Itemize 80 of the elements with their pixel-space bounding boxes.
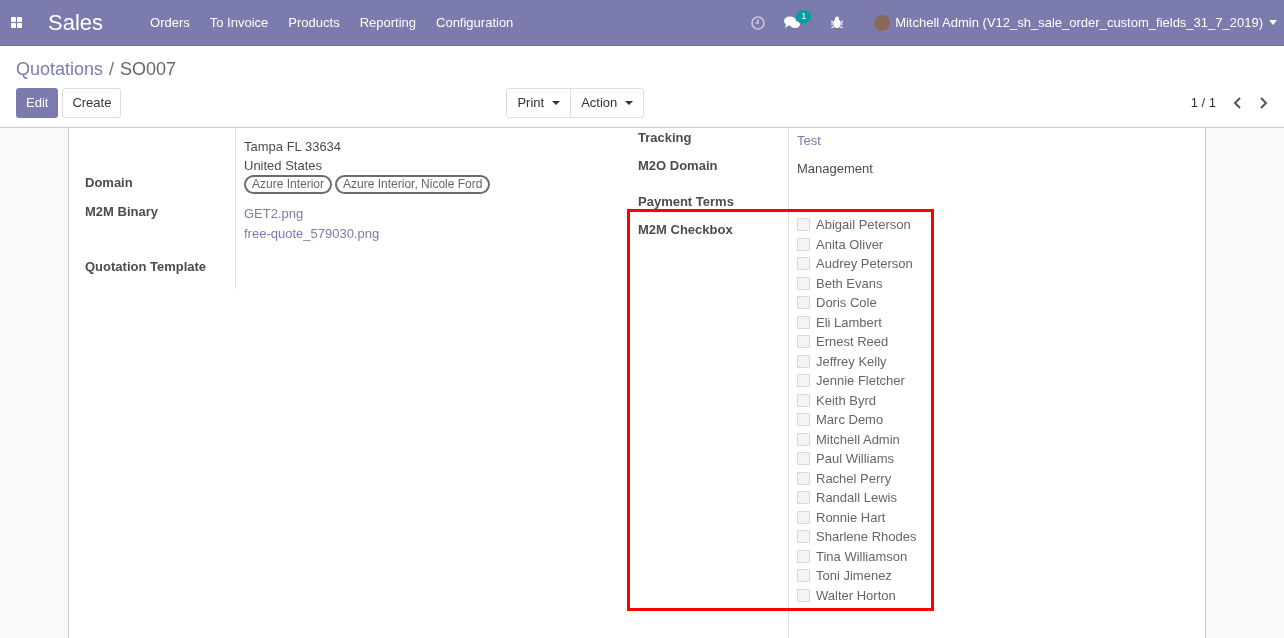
checkbox[interactable] <box>797 432 810 446</box>
checkbox[interactable] <box>797 354 810 368</box>
field-label: Payment Terms <box>638 194 734 209</box>
field-value: Management <box>797 160 873 178</box>
checkbox[interactable] <box>797 315 810 329</box>
checkbox-label: Ronnie Hart <box>816 508 886 527</box>
menu-item[interactable]: Orders <box>150 12 190 33</box>
bug-icon[interactable] <box>831 16 844 29</box>
apps-grid-icon[interactable] <box>11 17 22 28</box>
file-link[interactable]: Test <box>797 131 821 151</box>
menu-item[interactable]: Products <box>288 12 340 33</box>
breadcrumb-link[interactable]: Quotations <box>16 58 104 80</box>
menu-item[interactable]: To Invoice <box>209 12 269 33</box>
checkbox[interactable] <box>797 257 810 271</box>
checkbox-label: Marc Demo <box>816 411 884 429</box>
checkbox-label: Keith Byrd <box>816 391 876 410</box>
checkbox-label: Audrey Peterson <box>816 255 913 273</box>
user-menu[interactable]: Mitchell Admin (V12_sh_sale_order_custom_fields_31_7_2019) <box>895 12 1263 33</box>
chat-bubbles-icon[interactable] <box>784 15 802 30</box>
checkbox[interactable] <box>797 237 810 251</box>
field-value: Tampa FL 33634 <box>244 138 342 156</box>
checkbox-label: Paul Williams <box>816 450 894 468</box>
checkbox[interactable] <box>797 374 810 388</box>
checkbox[interactable] <box>797 335 810 349</box>
checkbox[interactable] <box>797 276 810 290</box>
edit-button[interactable]: Edit <box>16 88 59 118</box>
checkbox[interactable] <box>797 296 810 310</box>
checkbox-label: Sharlene Rhodes <box>816 528 917 546</box>
checkbox-label: Randall Lewis <box>816 489 897 507</box>
pager-value: 1 / 1 <box>1190 94 1216 113</box>
checkbox[interactable] <box>797 471 810 485</box>
menu-item[interactable]: Reporting <box>359 12 416 33</box>
caret-icon[interactable] <box>1269 20 1277 25</box>
checkbox[interactable] <box>797 491 810 505</box>
message-count-badge: 1 <box>796 9 812 23</box>
field-label: Tracking <box>638 130 692 145</box>
checkbox[interactable] <box>797 588 810 602</box>
checkbox-label: Walter Horton <box>816 586 896 605</box>
checkbox[interactable] <box>797 549 810 563</box>
action-dropdown[interactable]: Action <box>571 89 644 117</box>
file-link[interactable]: free-quote_579030.png <box>244 224 380 244</box>
field-value: United States <box>244 157 323 175</box>
breadcrumb-separator: / <box>109 58 115 80</box>
app-title[interactable]: Sales <box>48 6 104 39</box>
breadcrumb-current: SO007 <box>120 58 177 80</box>
field-label: Quotation Template <box>85 259 207 275</box>
field-label: Domain <box>85 175 133 191</box>
menu-item[interactable]: Configuration <box>436 12 514 33</box>
checkbox-label: Tina Williamson <box>816 547 908 566</box>
tag: Azure Interior <box>244 175 333 194</box>
checkbox-label: Jennie Fletcher <box>816 372 905 390</box>
checkbox-label: Jeffrey Kelly <box>816 352 887 371</box>
caret-icon <box>625 101 634 105</box>
checkbox[interactable] <box>797 510 810 524</box>
field-label: M2M Checkbox <box>638 222 733 237</box>
field-label: M2M Binary <box>85 204 158 220</box>
checkbox[interactable] <box>797 413 810 427</box>
checkbox-label: Rachel Perry <box>816 469 892 488</box>
print-dropdown[interactable]: Print <box>507 89 572 117</box>
checkbox[interactable] <box>797 393 810 407</box>
field-label: M2O Domain <box>638 158 718 173</box>
checkbox[interactable] <box>797 452 810 466</box>
checkbox-label: Mitchell Admin <box>816 430 900 449</box>
checkbox-label: Eli Lambert <box>816 313 882 332</box>
checkbox[interactable] <box>797 530 810 544</box>
tag: Azure Interior, Nicole Ford <box>335 175 491 194</box>
caret-icon <box>552 101 561 105</box>
checkbox-label: Beth Evans <box>816 274 883 293</box>
checkbox-label: Abigail Peterson <box>816 216 911 234</box>
checkbox[interactable] <box>797 569 810 583</box>
checkbox-label: Doris Cole <box>816 294 877 312</box>
file-link[interactable]: GET2.png <box>244 204 304 224</box>
checkbox-label: Anita Oliver <box>816 235 884 254</box>
checkbox[interactable] <box>797 218 810 232</box>
chevron-right-icon[interactable] <box>1260 97 1268 109</box>
clock-icon[interactable] <box>751 15 766 30</box>
checkbox-label: Toni Jimenez <box>816 567 892 585</box>
checkbox-label: Ernest Reed <box>816 333 889 351</box>
chevron-left-icon[interactable] <box>1233 97 1241 109</box>
create-button[interactable]: Create <box>62 88 122 118</box>
